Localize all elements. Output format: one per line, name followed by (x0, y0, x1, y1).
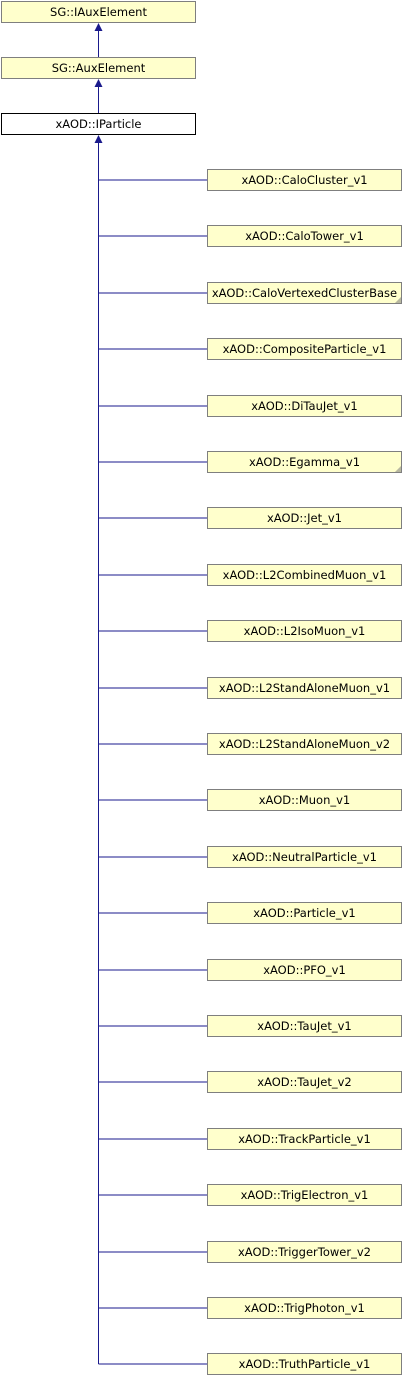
class-node-xaod-l2isomuon-v1[interactable]: xAOD::L2IsoMuon_v1 (207, 620, 402, 642)
class-node-label: xAOD::Egamma_v1 (248, 455, 361, 469)
class-node-label: xAOD::TauJet_v2 (257, 1075, 352, 1089)
class-node-label: xAOD::L2StandAloneMuon_v1 (218, 681, 391, 695)
class-node-xaod-triggertower-v2[interactable]: xAOD::TriggerTower_v2 (207, 1241, 402, 1263)
class-node-xaod-muon-v1[interactable]: xAOD::Muon_v1 (207, 789, 402, 811)
class-node-label: xAOD::TrigPhoton_v1 (244, 1301, 365, 1315)
class-node-label: SG::AuxElement (51, 61, 146, 75)
class-node-label: xAOD::TauJet_v1 (257, 1019, 352, 1033)
class-node-xaod-trackparticle-v1[interactable]: xAOD::TrackParticle_v1 (207, 1128, 402, 1150)
inheritance-diagram: SG::IAuxElementSG::AuxElementxAOD::IPart… (0, 0, 404, 1375)
class-node-sg-iauxelement[interactable]: SG::IAuxElement (1, 1, 196, 23)
class-node-xaod-l2standalonemuon-v2[interactable]: xAOD::L2StandAloneMuon_v2 (207, 733, 402, 755)
class-node-xaod-calovertexedclusterbase[interactable]: xAOD::CaloVertexedClusterBase (207, 282, 402, 304)
class-node-xaod-egamma-v1[interactable]: xAOD::Egamma_v1 (207, 451, 402, 473)
class-node-label: xAOD::CaloCluster_v1 (241, 173, 368, 187)
class-node-label: xAOD::DiTauJet_v1 (251, 399, 358, 413)
class-node-xaod-jet-v1[interactable]: xAOD::Jet_v1 (207, 507, 402, 529)
class-node-xaod-calocluster-v1[interactable]: xAOD::CaloCluster_v1 (207, 169, 402, 191)
class-node-label: xAOD::TrackParticle_v1 (238, 1132, 371, 1146)
class-node-xaod-particle-v1[interactable]: xAOD::Particle_v1 (207, 902, 402, 924)
class-node-xaod-l2combinedmuon-v1[interactable]: xAOD::L2CombinedMuon_v1 (207, 564, 402, 586)
class-node-label: xAOD::Jet_v1 (267, 511, 342, 525)
class-node-label: xAOD::CaloTower_v1 (245, 229, 364, 243)
class-node-sg-auxelement[interactable]: SG::AuxElement (1, 57, 196, 79)
class-node-xaod-truthparticle-v1[interactable]: xAOD::TruthParticle_v1 (207, 1353, 402, 1375)
class-node-label: xAOD::Muon_v1 (258, 793, 351, 807)
class-node-label: xAOD::TruthParticle_v1 (238, 1357, 371, 1371)
class-node-label: xAOD::TriggerTower_v2 (238, 1245, 371, 1259)
class-node-label: xAOD::CaloVertexedClusterBase (211, 286, 398, 300)
class-node-label: xAOD::TrigElectron_v1 (240, 1188, 369, 1202)
class-node-xaod-calotower-v1[interactable]: xAOD::CaloTower_v1 (207, 225, 402, 247)
class-node-xaod-compositeparticle-v1[interactable]: xAOD::CompositeParticle_v1 (207, 338, 402, 360)
class-node-label: xAOD::CompositeParticle_v1 (222, 342, 387, 356)
class-node-label: xAOD::PFO_v1 (263, 963, 346, 977)
class-node-xaod-taujet-v1[interactable]: xAOD::TauJet_v1 (207, 1015, 402, 1037)
class-node-label: xAOD::NeutralParticle_v1 (232, 850, 377, 864)
class-node-xaod-trigphoton-v1[interactable]: xAOD::TrigPhoton_v1 (207, 1297, 402, 1319)
folded-corner-icon (395, 297, 401, 303)
class-node-xaod-taujet-v2[interactable]: xAOD::TauJet_v2 (207, 1071, 402, 1093)
class-node-label: xAOD::Particle_v1 (253, 906, 356, 920)
class-node-label: xAOD::L2IsoMuon_v1 (243, 624, 366, 638)
inheritance-arrow-icon (94, 23, 103, 31)
class-node-xaod-iparticle[interactable]: xAOD::IParticle (1, 113, 196, 135)
class-node-label: xAOD::IParticle (55, 117, 142, 131)
class-node-label: xAOD::L2CombinedMuon_v1 (222, 568, 387, 582)
class-node-xaod-neutralparticle-v1[interactable]: xAOD::NeutralParticle_v1 (207, 846, 402, 868)
class-node-label: SG::IAuxElement (50, 5, 147, 19)
class-node-xaod-pfo-v1[interactable]: xAOD::PFO_v1 (207, 959, 402, 981)
inheritance-arrow-icon (94, 79, 103, 87)
class-node-xaod-ditaujet-v1[interactable]: xAOD::DiTauJet_v1 (207, 395, 402, 417)
class-node-xaod-l2standalonemuon-v1[interactable]: xAOD::L2StandAloneMuon_v1 (207, 677, 402, 699)
class-node-label: xAOD::L2StandAloneMuon_v2 (218, 737, 391, 751)
inheritance-arrow-icon (94, 135, 103, 143)
folded-corner-icon (395, 466, 401, 472)
class-node-xaod-trigelectron-v1[interactable]: xAOD::TrigElectron_v1 (207, 1184, 402, 1206)
